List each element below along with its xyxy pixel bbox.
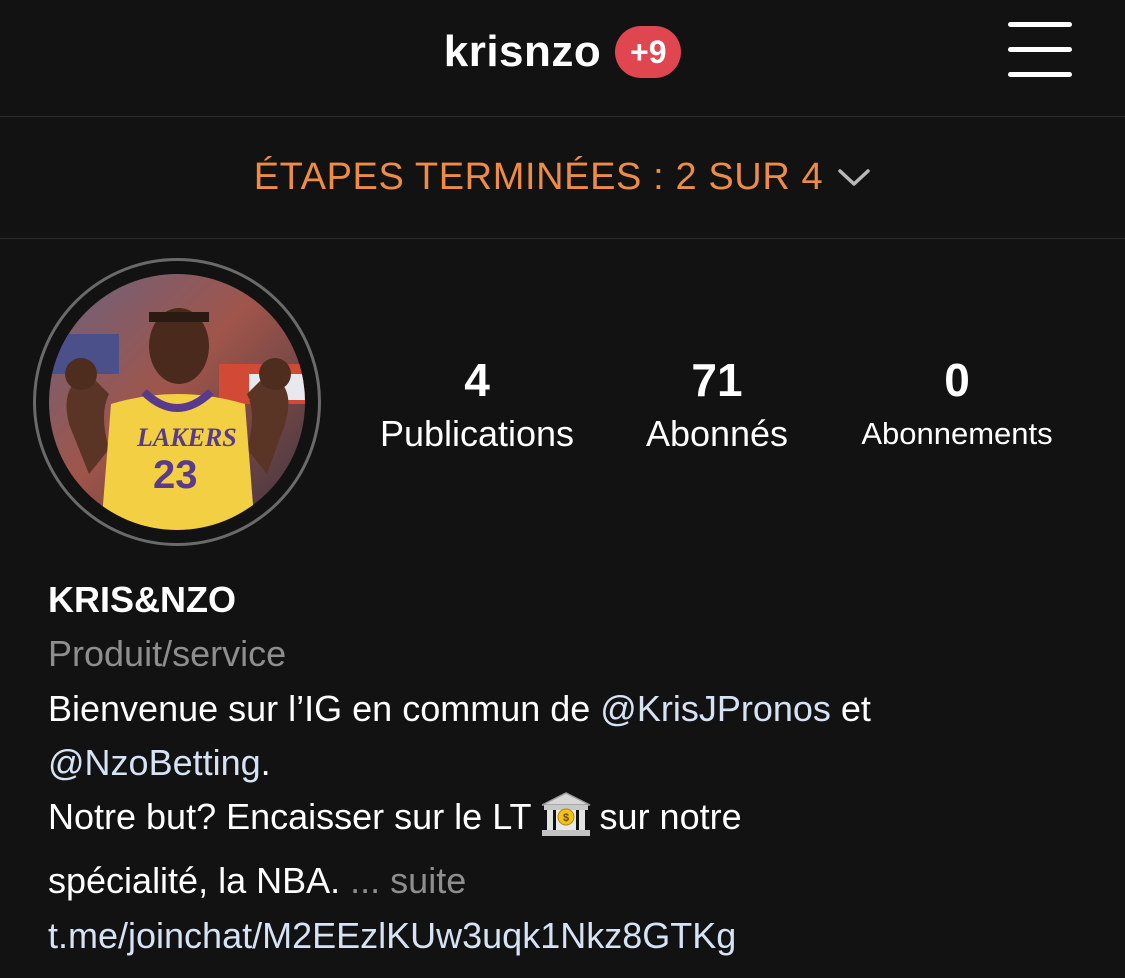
stat-publications[interactable]: 4 Publications (347, 352, 607, 458)
mention-nzobetting[interactable]: @NzoBetting (48, 742, 261, 783)
hamburger-menu-icon[interactable] (1008, 22, 1072, 78)
bank-icon: $ (538, 791, 594, 854)
bio-line: @NzoBetting. (48, 736, 1088, 790)
chevron-down-icon (838, 168, 871, 186)
bio-text: sur notre (599, 796, 742, 837)
steps-banner[interactable]: ÉTAPES TERMINÉES : 2 SUR 4 (0, 117, 1125, 238)
more-button[interactable]: suite (390, 860, 466, 901)
notification-badge[interactable]: +9 (615, 26, 682, 78)
username[interactable]: krisnzo (444, 27, 602, 77)
profile-name: KRIS&NZO (48, 579, 236, 620)
followers-label: Abonnés (645, 413, 789, 454)
bio-link[interactable]: t.me/joinchat/M2EEzlKUw3uqk1Nkz8GTKg (48, 908, 1088, 964)
profile-photo[interactable]: LAKERS 23 (49, 274, 305, 530)
bio-text: Notre but? Encaisser sur le LT (48, 796, 532, 837)
bio-line: spécialité, la NBA. ... suite (48, 854, 1088, 908)
bio-text: Bienvenue sur l’IG en commun de (48, 688, 601, 729)
svg-text:23: 23 (153, 453, 198, 497)
profile-category: Produit/service (48, 633, 287, 674)
bio-text: et (830, 688, 871, 729)
following-count: 0 (944, 354, 970, 406)
bio-line: Bienvenue sur l’IG en commun de @KrisJPr… (48, 682, 1088, 736)
publications-label: Publications (379, 413, 575, 454)
mention-krisjpronos[interactable]: @KrisJPronos (600, 688, 831, 729)
steps-text: ÉTAPES TERMINÉES : 2 SUR 4 (253, 156, 824, 198)
bio-line: Notre but? Encaisser sur le LT $ sur not… (48, 790, 1088, 854)
svg-text:LAKERS: LAKERS (136, 423, 237, 452)
stat-following[interactable]: 0 Abonnements (827, 352, 1087, 458)
stat-followers[interactable]: 71 Abonnés (587, 352, 847, 458)
bio-text: . (260, 742, 271, 783)
svg-text:$: $ (562, 812, 568, 824)
publications-count: 4 (464, 354, 490, 406)
more-ellipsis[interactable]: ... (350, 860, 380, 901)
bio-text: spécialité, la NBA. (48, 860, 351, 901)
bio-section: KRIS&NZO Produit/service Bienvenue sur l… (48, 574, 1088, 964)
following-label: Abonnements (861, 416, 1053, 451)
username-header[interactable]: krisnzo +9 (0, 22, 1125, 82)
top-bar: krisnzo +9 (0, 0, 1125, 116)
followers-count: 71 (691, 354, 743, 406)
divider (0, 238, 1125, 239)
